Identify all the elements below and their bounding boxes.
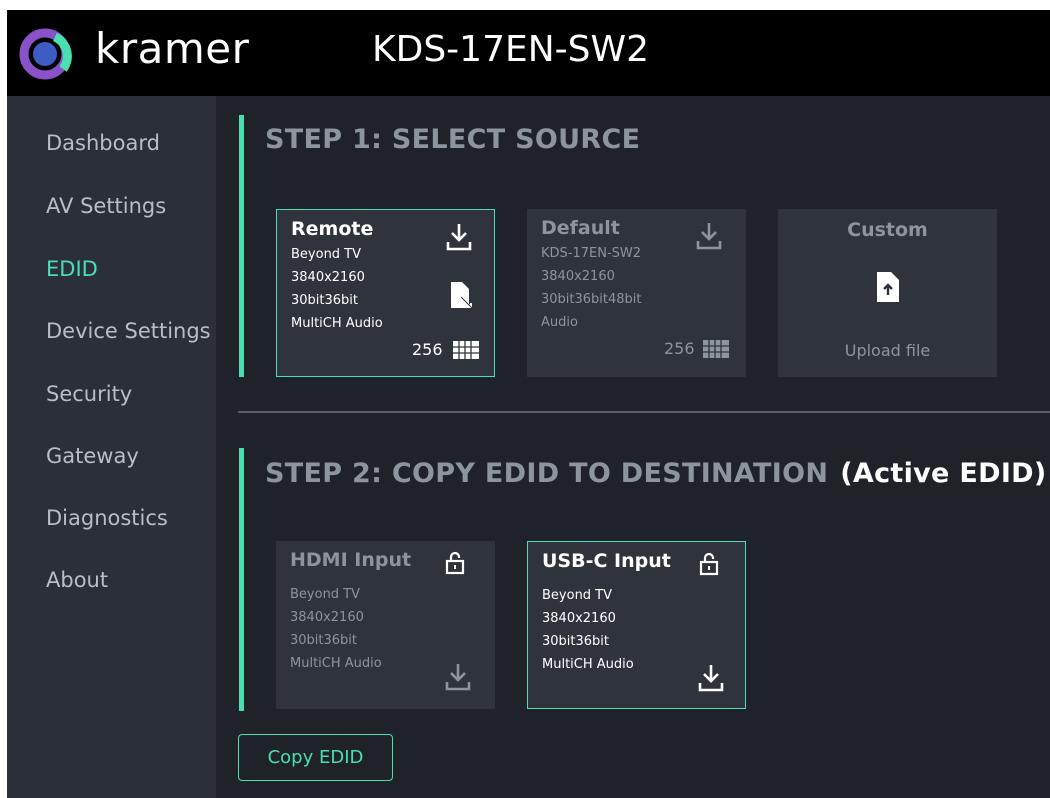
detail-line: 3840x2160 [291,270,365,285]
source-title: Remote [291,218,374,240]
detail-line: MultiCH Audio [290,656,382,671]
source-card-default[interactable]: Default KDS-17EN-SW2 3840x2160 30bit36bi… [527,209,746,377]
device-name-title: KDS-17EN-SW2 [372,29,649,70]
detail-line: 3840x2160 [541,269,615,284]
destination-details: Beyond TV 3840x2160 30bit36bit MultiCH A… [542,584,634,676]
detail-line: KDS-17EN-SW2 [541,246,642,261]
active-edid-label: (Active EDID) [840,458,1047,489]
sidebar-item-security[interactable]: Security [46,382,132,406]
source-title: Custom [847,219,928,241]
sidebar-item-gateway[interactable]: Gateway [46,444,139,468]
detail-line: MultiCH Audio [291,316,383,331]
step2-title-text: STEP 2: COPY EDID TO DESTINATION [265,458,829,489]
sidebar: Dashboard AV Settings EDID Device Settin… [7,96,216,798]
sidebar-item-av-settings[interactable]: AV Settings [46,194,166,218]
main-content: STEP 1: SELECT SOURCE Remote Beyond TV 3… [216,96,1050,798]
destination-card-usbc[interactable]: USB-C Input Beyond TV 3840x2160 30bit36b… [527,541,746,709]
step1-accent-bar [239,115,244,377]
destination-title: HDMI Input [290,549,412,571]
detail-line: Beyond TV [542,588,613,603]
step2-title: STEP 2: COPY EDID TO DESTINATION (Active … [265,458,1047,489]
download-icon[interactable] [698,663,724,693]
kramer-logo-icon [19,28,72,80]
detail-line: Beyond TV [291,247,362,262]
detail-line: 30bit36bit [290,633,358,648]
detail-line: 3840x2160 [542,611,616,626]
top-header: kramer KDS-17EN-SW2 [7,10,1050,96]
detail-line: 30bit36bit [291,293,359,308]
detail-line: MultiCH Audio [542,657,634,672]
lock-icon[interactable] [699,552,719,576]
detail-line: 30bit36bit48bit [541,292,642,307]
step2-accent-bar [239,448,244,711]
detail-line: 30bit36bit [542,634,610,649]
source-card-custom[interactable]: Custom Upload file [778,209,997,377]
brand-name: kramer [95,24,250,73]
destination-title: USB-C Input [542,550,671,572]
detail-line: Audio [541,315,578,330]
upload-file-label[interactable]: Upload file [778,341,997,360]
destination-card-hdmi[interactable]: HDMI Input Beyond TV 3840x2160 30bit36bi… [276,541,495,709]
edid-count: 256 [664,339,695,358]
source-details: Beyond TV 3840x2160 30bit36bit MultiCH A… [291,243,383,335]
download-icon[interactable] [446,222,472,252]
step1-title: STEP 1: SELECT SOURCE [265,124,641,155]
source-title: Default [541,217,620,239]
sidebar-item-dashboard[interactable]: Dashboard [46,131,160,155]
source-card-remote[interactable]: Remote Beyond TV 3840x2160 30bit36bit Mu… [276,209,495,377]
sidebar-item-device-settings[interactable]: Device Settings [46,319,211,343]
detail-line: 3840x2160 [290,610,364,625]
download-icon[interactable] [696,221,722,251]
grid-icon [453,341,479,359]
section-divider [238,411,1050,413]
file-remote-icon[interactable] [449,282,473,310]
destination-details: Beyond TV 3840x2160 30bit36bit MultiCH A… [290,583,382,675]
sidebar-item-edid[interactable]: EDID [46,257,98,281]
download-icon[interactable] [445,662,471,692]
edid-count: 256 [412,340,443,359]
grid-icon [703,340,729,358]
source-details: KDS-17EN-SW2 3840x2160 30bit36bit48bit A… [541,242,642,334]
detail-line: Beyond TV [290,587,361,602]
copy-edid-button[interactable]: Copy EDID [238,734,393,781]
sidebar-item-about[interactable]: About [46,568,108,592]
file-upload-icon[interactable] [876,272,900,302]
sidebar-item-diagnostics[interactable]: Diagnostics [46,506,168,530]
lock-icon[interactable] [445,551,465,575]
